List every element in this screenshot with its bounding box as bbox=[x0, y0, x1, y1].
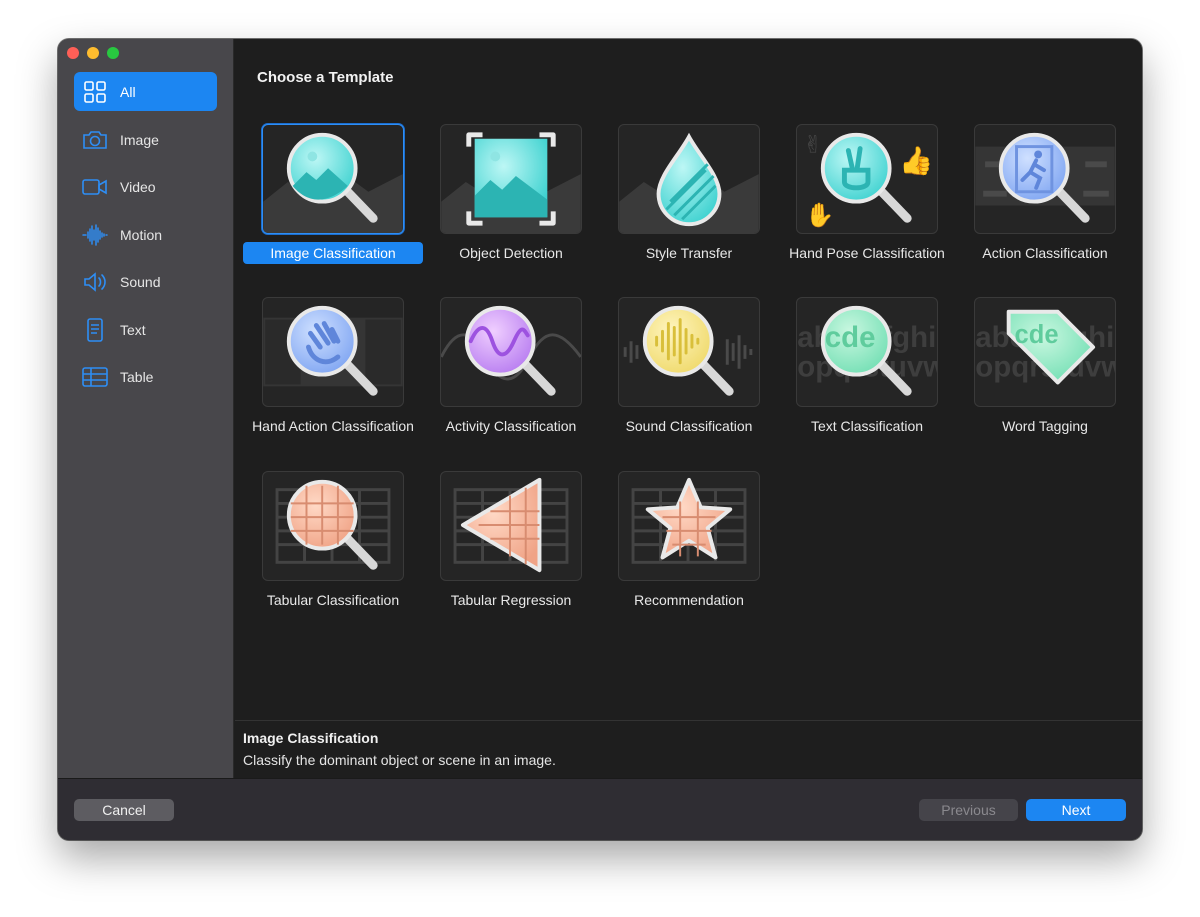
sidebar-item-text[interactable]: Text bbox=[74, 310, 217, 349]
minimize-window-button[interactable] bbox=[87, 47, 99, 59]
template-label-style-transfer[interactable]: Style Transfer bbox=[599, 242, 779, 264]
magnifier-peace-hand-icon: ✌ 👍 ✋ bbox=[803, 130, 933, 229]
sidebar-item-label: Text bbox=[120, 321, 146, 338]
camera-icon bbox=[83, 130, 107, 149]
description-title: Image Classification bbox=[243, 730, 379, 746]
table-icon bbox=[82, 366, 108, 387]
tag-letters-icon: abcdefghi opqrstuvw cde bbox=[975, 309, 1115, 385]
zoom-window-button[interactable] bbox=[107, 47, 119, 59]
sidebar-item-label: Video bbox=[120, 178, 156, 195]
template-tile-style-transfer[interactable] bbox=[618, 124, 760, 234]
triangle-table-icon bbox=[453, 477, 569, 573]
template-label-hand-action-classification[interactable]: Hand Action Classification bbox=[243, 415, 423, 437]
template-description-panel: Image Classification Classify the domina… bbox=[235, 720, 1142, 778]
description-text: Classify the dominant object or scene in… bbox=[243, 752, 556, 768]
svg-text:✌: ✌ bbox=[803, 130, 823, 158]
template-label-recommendation[interactable]: Recommendation bbox=[599, 589, 779, 611]
template-tile-hand-action-classification[interactable] bbox=[262, 297, 404, 407]
template-label-tabular-classification[interactable]: Tabular Classification bbox=[243, 589, 423, 611]
template-label-hand-pose-classification[interactable]: Hand Pose Classification bbox=[777, 242, 957, 264]
svg-text:👍: 👍 bbox=[899, 145, 933, 177]
magnifier-landscape-icon bbox=[263, 132, 403, 233]
magnifier-table-icon bbox=[275, 479, 391, 570]
template-tile-sound-classification[interactable] bbox=[618, 297, 760, 407]
template-tile-image-classification[interactable] bbox=[262, 124, 404, 234]
template-tile-hand-pose-classification[interactable]: ✌ 👍 ✋ bbox=[796, 124, 938, 234]
sidebar-item-image[interactable]: Image bbox=[74, 120, 217, 159]
sidebar-item-label: Sound bbox=[120, 273, 161, 290]
sidebar: All Image Video Motion Sound Text Table bbox=[58, 39, 234, 778]
svg-text:cde: cde bbox=[1015, 321, 1059, 349]
template-label-sound-classification[interactable]: Sound Classification bbox=[599, 415, 779, 437]
sidebar-item-motion[interactable]: Motion bbox=[74, 215, 217, 254]
document-icon bbox=[87, 317, 103, 342]
striped-drop-icon bbox=[619, 132, 759, 233]
previous-button[interactable]: Previous bbox=[919, 799, 1018, 821]
magnifier-audio-waveform-icon bbox=[623, 305, 753, 396]
template-label-object-detection[interactable]: Object Detection bbox=[421, 242, 601, 264]
template-gallery: Choose a Template Image Classification O… bbox=[235, 39, 1142, 778]
cancel-button[interactable]: Cancel bbox=[74, 799, 174, 821]
template-tile-recommendation[interactable] bbox=[618, 471, 760, 581]
close-window-button[interactable] bbox=[67, 47, 79, 59]
magnifier-waving-hand-icon bbox=[263, 305, 403, 396]
waveform-icon bbox=[82, 223, 108, 246]
sidebar-item-label: Motion bbox=[120, 226, 163, 243]
template-label-word-tagging[interactable]: Word Tagging bbox=[955, 415, 1135, 437]
sidebar-item-video[interactable]: Video bbox=[74, 167, 217, 206]
next-button[interactable]: Next bbox=[1026, 799, 1126, 821]
footer-bar: Cancel Previous Next bbox=[58, 778, 1142, 840]
template-tile-tabular-regression[interactable] bbox=[440, 471, 582, 581]
svg-text:cde: cde bbox=[825, 321, 876, 354]
sidebar-item-table[interactable]: Table bbox=[74, 357, 217, 396]
magnifier-letters-icon: abcdefghi opqrstuvw cde bbox=[797, 305, 937, 396]
template-tile-text-classification[interactable]: abcdefghi opqrstuvw cde bbox=[796, 297, 938, 407]
sidebar-item-label: Image bbox=[120, 131, 159, 148]
page-title: Choose a Template bbox=[257, 69, 394, 86]
sidebar-item-all[interactable]: All bbox=[74, 72, 217, 111]
template-tile-activity-classification[interactable] bbox=[440, 297, 582, 407]
magnifier-sine-wave-icon bbox=[441, 305, 581, 396]
magnifier-running-person-icon bbox=[975, 132, 1115, 223]
sidebar-item-label: All bbox=[120, 83, 136, 100]
sidebar-item-sound[interactable]: Sound bbox=[74, 262, 217, 301]
star-table-icon bbox=[631, 477, 747, 564]
framed-landscape-icon bbox=[441, 132, 581, 233]
template-chooser-window: All Image Video Motion Sound Text Table … bbox=[58, 39, 1142, 840]
template-tile-object-detection[interactable] bbox=[440, 124, 582, 234]
svg-text:✋: ✋ bbox=[805, 201, 834, 229]
template-tile-word-tagging[interactable]: abcdefghi opqrstuvw cde bbox=[974, 297, 1116, 407]
video-camera-icon bbox=[82, 178, 107, 195]
template-label-activity-classification[interactable]: Activity Classification bbox=[421, 415, 601, 437]
template-tile-action-classification[interactable] bbox=[974, 124, 1116, 234]
template-label-tabular-regression[interactable]: Tabular Regression bbox=[421, 589, 601, 611]
sidebar-item-label: Table bbox=[120, 368, 154, 385]
template-label-action-classification[interactable]: Action Classification bbox=[955, 242, 1135, 264]
template-label-text-classification[interactable]: Text Classification bbox=[777, 415, 957, 437]
grid-icon bbox=[84, 80, 106, 103]
speaker-icon bbox=[84, 271, 106, 292]
template-tile-tabular-classification[interactable] bbox=[262, 471, 404, 581]
traffic-lights bbox=[67, 47, 119, 59]
template-label-image-classification[interactable]: Image Classification bbox=[243, 242, 423, 264]
